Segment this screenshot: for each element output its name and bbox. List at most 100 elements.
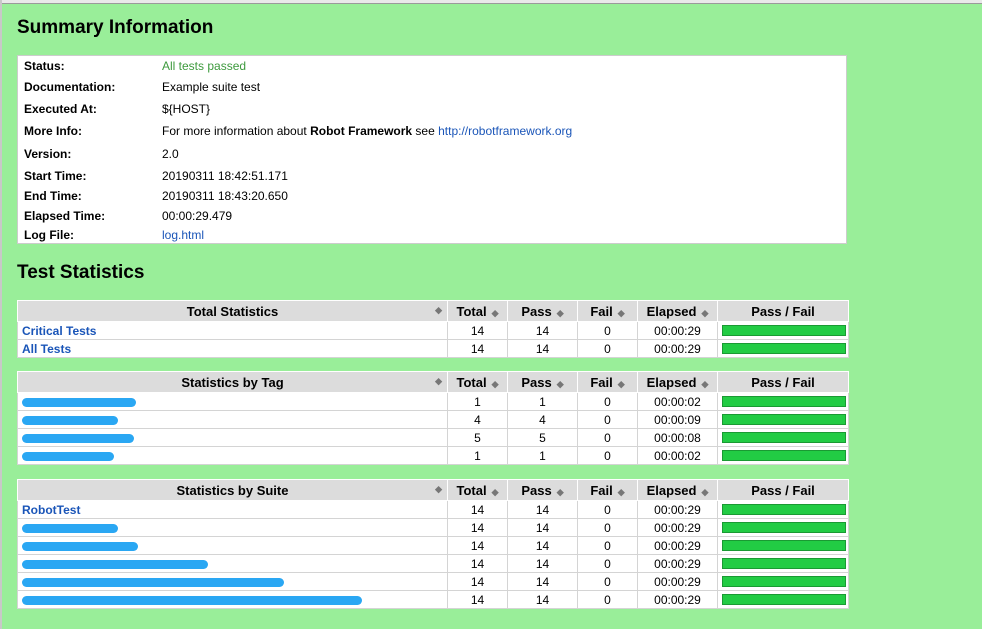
all-tests-link[interactable]: All Tests: [22, 342, 71, 356]
robotframework-link[interactable]: http://robotframework.org: [438, 124, 572, 138]
sort-icon: ◆: [491, 307, 499, 318]
suite-statistics-header-row: Statistics by Suite ◆ Total ◆ Pass ◆ Fail ◆ …: [17, 479, 849, 501]
pass-column-header[interactable]: Pass ◆: [507, 371, 578, 393]
sort-icon: ◆: [701, 486, 709, 497]
sort-icon: ◆: [701, 307, 709, 318]
log-file-link[interactable]: log.html: [162, 228, 204, 242]
pass-bar: [722, 396, 846, 407]
status-value: All tests passed: [162, 59, 247, 73]
fail-column-header[interactable]: Fail ◆: [577, 479, 638, 501]
total-column-header[interactable]: Total ◆: [447, 371, 508, 393]
sort-icon: ◆: [435, 484, 442, 494]
summary-row-log-file: Log File: log.html: [24, 225, 204, 245]
sort-icon: ◆: [556, 307, 564, 318]
redacted-suite-name[interactable]: [22, 577, 284, 587]
table-row: 14 14 0 00:00:29: [17, 536, 849, 555]
pass-fail-cell: [717, 410, 849, 429]
sort-icon: ◆: [617, 378, 625, 389]
table-row: 4 4 0 00:00:09: [17, 410, 849, 429]
pass-column-header[interactable]: Pass ◆: [507, 479, 578, 501]
tag-statistics-header-label: Statistics by Tag: [181, 374, 284, 390]
fail-column-header[interactable]: Fail ◆: [577, 300, 638, 322]
pass-fail-cell: [717, 590, 849, 609]
pass-bar: [722, 594, 846, 605]
elapsed-cell: 00:00:29: [637, 339, 718, 358]
fail-cell: 0: [577, 518, 638, 537]
suite-statistics-header-label: Statistics by Suite: [176, 482, 289, 498]
pass-cell: 14: [507, 500, 578, 519]
total-column-label: Total: [456, 482, 487, 498]
redacted-tag-name[interactable]: [22, 451, 114, 461]
pass-fail-column-header: Pass / Fail: [717, 371, 849, 393]
log-file-label: Log File:: [24, 228, 74, 242]
summary-row-version: Version: 2.0: [24, 144, 179, 164]
more-info-value: For more information about Robot Framewo…: [162, 124, 572, 138]
pass-fail-cell: [717, 536, 849, 555]
documentation-value: Example suite test: [162, 80, 261, 94]
fail-column-header[interactable]: Fail ◆: [577, 371, 638, 393]
elapsed-cell: 00:00:29: [637, 554, 718, 573]
pass-column-label: Pass: [521, 303, 552, 319]
fail-column-label: Fail: [590, 303, 613, 319]
pass-cell: 14: [507, 554, 578, 573]
elapsed-cell: 00:00:29: [637, 518, 718, 537]
start-time-value: 20190311 18:42:51.171: [162, 169, 288, 183]
pass-column-header[interactable]: Pass ◆: [507, 300, 578, 322]
stat-name-cell: Critical Tests: [17, 321, 448, 340]
tag-statistics-table: Statistics by Tag ◆ Total ◆ Pass ◆ Fail ◆ El…: [17, 371, 849, 465]
fail-cell: 0: [577, 572, 638, 591]
pass-fail-column-header: Pass / Fail: [717, 479, 849, 501]
table-row: 14 14 0 00:00:29: [17, 572, 849, 591]
more-info-prefix: For more information about: [162, 124, 311, 138]
pass-cell: 14: [507, 518, 578, 537]
pass-cell: 14: [507, 536, 578, 555]
total-cell: 14: [447, 536, 508, 555]
total-cell: 14: [447, 590, 508, 609]
total-column-header[interactable]: Total ◆: [447, 300, 508, 322]
pass-bar: [722, 414, 846, 425]
redacted-tag-name[interactable]: [22, 433, 134, 443]
stat-name-cell: [17, 392, 448, 411]
total-column-header[interactable]: Total ◆: [447, 479, 508, 501]
end-time-label: End Time:: [24, 189, 82, 203]
fail-cell: 0: [577, 500, 638, 519]
total-cell: 14: [447, 554, 508, 573]
stat-name-cell: RobotTest: [17, 500, 448, 519]
elapsed-column-label: Elapsed: [646, 374, 697, 390]
elapsed-column-header[interactable]: Elapsed ◆: [637, 371, 718, 393]
critical-tests-link[interactable]: Critical Tests: [22, 324, 96, 338]
executed-at-value: ${HOST}: [162, 102, 211, 116]
pass-bar: [722, 540, 846, 551]
table-row: 5 5 0 00:00:08: [17, 428, 849, 447]
redacted-suite-name[interactable]: [22, 523, 118, 533]
elapsed-column-header[interactable]: Elapsed ◆: [637, 300, 718, 322]
tag-statistics-header-row: Statistics by Tag ◆ Total ◆ Pass ◆ Fail ◆ El…: [17, 371, 849, 393]
version-value: 2.0: [162, 147, 179, 161]
elapsed-cell: 00:00:02: [637, 446, 718, 465]
pass-bar: [722, 450, 846, 461]
redacted-suite-name[interactable]: [22, 541, 138, 551]
pass-cell: 14: [507, 572, 578, 591]
pass-fail-cell: [717, 339, 849, 358]
fail-cell: 0: [577, 536, 638, 555]
pass-bar: [722, 325, 846, 336]
elapsed-column-label: Elapsed: [646, 303, 697, 319]
elapsed-cell: 00:00:08: [637, 428, 718, 447]
redacted-tag-name[interactable]: [22, 415, 118, 425]
sort-icon: ◆: [435, 305, 442, 315]
pass-cell: 14: [507, 590, 578, 609]
redacted-tag-name[interactable]: [22, 397, 136, 407]
total-statistics-header[interactable]: Total Statistics ◆: [17, 300, 448, 322]
elapsed-column-header[interactable]: Elapsed ◆: [637, 479, 718, 501]
summary-row-end-time: End Time: 20190311 18:43:20.650: [24, 186, 288, 206]
elapsed-cell: 00:00:29: [637, 321, 718, 340]
robottest-suite-link[interactable]: RobotTest: [22, 503, 80, 517]
redacted-suite-name[interactable]: [22, 559, 208, 569]
pass-fail-cell: [717, 392, 849, 411]
elapsed-cell: 00:00:29: [637, 572, 718, 591]
suite-statistics-header[interactable]: Statistics by Suite ◆: [17, 479, 448, 501]
tag-statistics-header[interactable]: Statistics by Tag ◆: [17, 371, 448, 393]
summary-row-executed-at: Executed At: ${HOST}: [24, 99, 210, 119]
redacted-suite-name[interactable]: [22, 595, 362, 605]
pass-cell: 14: [507, 339, 578, 358]
